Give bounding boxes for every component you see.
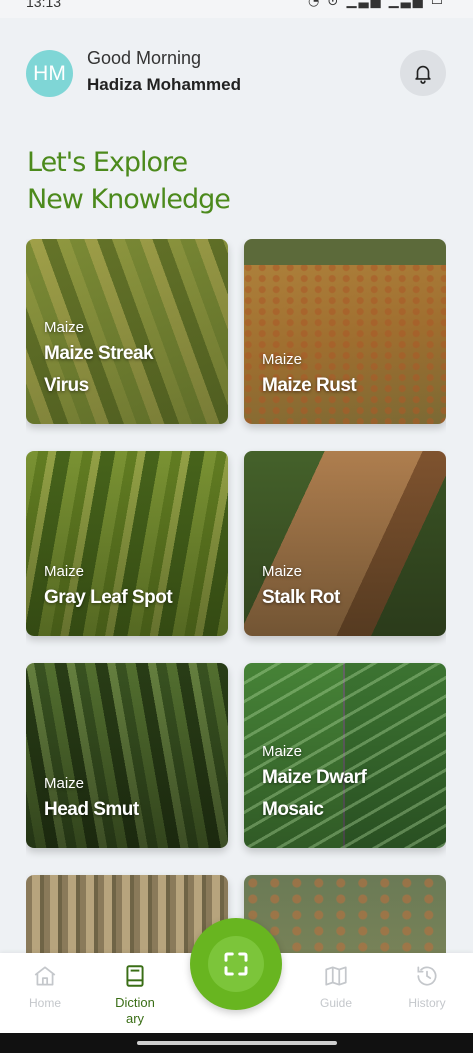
bell-icon <box>415 65 431 84</box>
history-icon <box>417 966 437 986</box>
card-title-line: Head Smut <box>44 799 139 820</box>
card-category: Maize <box>44 319 85 336</box>
card-title-line: Gray Leaf Spot <box>44 587 173 608</box>
header: HM Good Morning Hadiza Mohammed <box>0 18 473 128</box>
status-bar: 13:13 ◔ ⊙ ▁▃▅ ▁▃▅ ▭ <box>0 0 473 18</box>
nav-home-label: Home <box>28 996 61 1010</box>
card-title-line: Stalk Rot <box>262 587 340 608</box>
status-time: 13:13 <box>26 0 62 10</box>
disease-card-stalk-rot[interactable]: Maize Stalk Rot <box>244 451 446 636</box>
card-category: Maize <box>44 563 85 580</box>
greeting: Good Morning <box>87 48 202 68</box>
headline-line-1: Let's Explore <box>27 147 188 178</box>
page-headline: Let's Explore New Knowledge <box>27 144 231 218</box>
card-title-line: Maize Dwarf <box>262 767 367 788</box>
user-name: Hadiza Mohammed <box>87 75 241 94</box>
card-title-line: Maize Streak <box>44 343 154 364</box>
map-icon <box>325 966 347 986</box>
book-icon <box>126 965 144 987</box>
card-category: Maize <box>262 351 303 368</box>
home-icon <box>34 966 56 986</box>
disease-grid: Maize Maize Streak Virus Maize Maize Rus… <box>26 239 446 953</box>
status-icons: ◔ ⊙ ▁▃▅ ▁▃▅ ▭ <box>307 0 445 9</box>
scan-icon <box>224 952 248 976</box>
gesture-bar <box>0 1033 473 1053</box>
nav-home[interactable]: Home <box>5 953 85 1033</box>
disease-card-maize-streak-virus[interactable]: Maize Maize Streak Virus <box>26 239 228 424</box>
headline-line-2: New Knowledge <box>27 184 231 215</box>
avatar[interactable]: HM <box>26 50 73 97</box>
card-title-line: Virus <box>44 375 89 396</box>
nav-history-label: History <box>408 996 446 1010</box>
nav-dictionary-label: Diction ary <box>115 995 155 1026</box>
notifications-button[interactable] <box>400 50 446 96</box>
scan-button-inner <box>208 936 264 992</box>
card-title-line: Mosaic <box>262 799 324 820</box>
disease-card-maize-rust[interactable]: Maize Maize Rust <box>244 239 446 424</box>
card-category: Maize <box>262 563 303 580</box>
card-category: Maize <box>44 775 85 792</box>
disease-card-head-smut[interactable]: Maize Head Smut <box>26 663 228 848</box>
disease-card-maize-dwarf-mosaic[interactable]: Maize Maize Dwarf Mosaic <box>244 663 446 848</box>
nav-dictionary[interactable]: Diction ary <box>95 953 175 1033</box>
nav-guide-label: Guide <box>319 996 353 1010</box>
nav-guide[interactable]: Guide <box>296 953 376 1033</box>
nav-history[interactable]: History <box>387 953 467 1033</box>
card-title-line: Maize Rust <box>262 375 357 396</box>
scan-button[interactable] <box>190 918 282 1010</box>
disease-card-gray-leaf-spot[interactable]: Maize Gray Leaf Spot <box>26 451 228 636</box>
card-category: Maize <box>262 743 303 760</box>
home-indicator[interactable] <box>137 1041 337 1045</box>
